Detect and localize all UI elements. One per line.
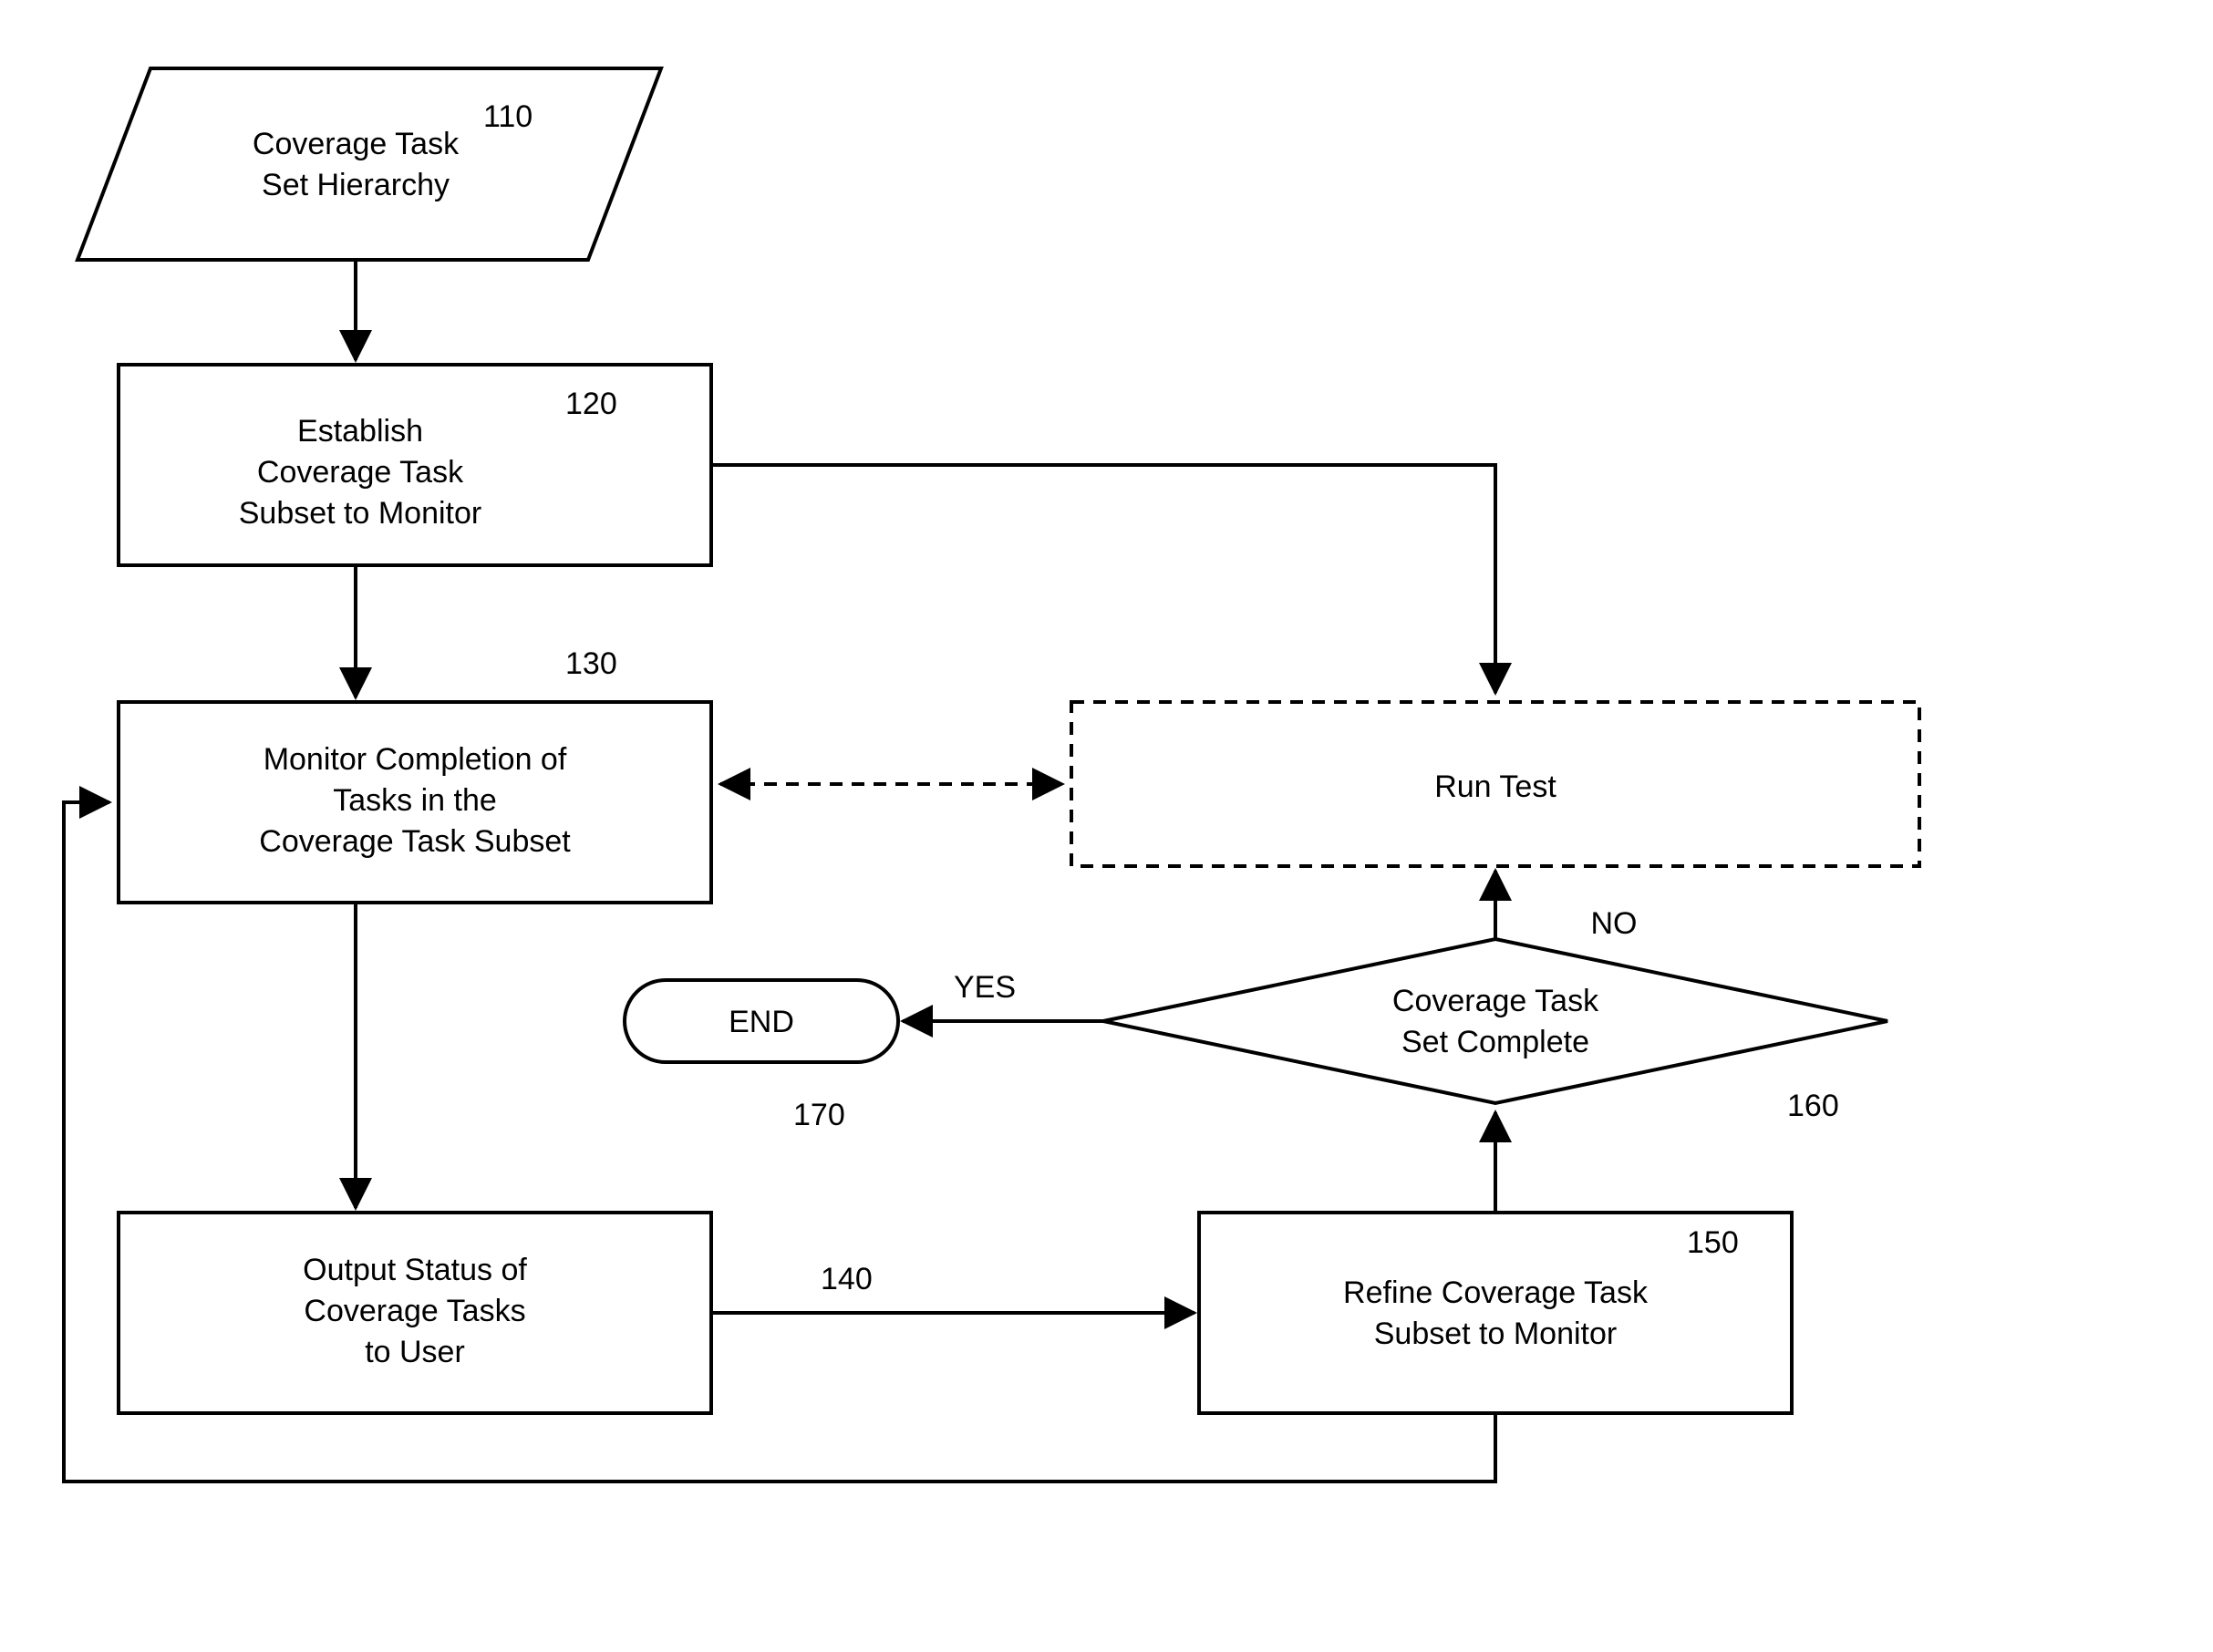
node-160-decision: Coverage Task Set Complete: [1103, 939, 1887, 1103]
node-120-process: Establish Coverage Task Subset to Monito…: [119, 365, 711, 565]
n140-line2: Coverage Tasks: [304, 1294, 525, 1328]
edge-120-runtest: [711, 465, 1495, 693]
n120-line2: Coverage Task: [257, 455, 464, 490]
n130-ref: 130: [565, 646, 617, 681]
n130-line3: Coverage Task Subset: [259, 824, 571, 859]
node-140-process: Output Status of Coverage Tasks to User: [119, 1213, 711, 1413]
n170-line1: END: [729, 1005, 794, 1039]
n150-line1: Refine Coverage Task: [1343, 1275, 1649, 1310]
node-170-terminator: END: [625, 980, 898, 1062]
n170-ref: 170: [793, 1098, 845, 1132]
edge-label-yes: YES: [954, 970, 1016, 1005]
n140-line1: Output Status of: [303, 1253, 527, 1287]
n130-line2: Tasks in the: [333, 783, 497, 818]
edge-label-no: NO: [1591, 906, 1638, 941]
n150-ref: 150: [1687, 1225, 1739, 1260]
n160-ref: 160: [1787, 1089, 1839, 1123]
n120-ref: 120: [565, 387, 617, 421]
n120-line3: Subset to Monitor: [239, 496, 481, 531]
node-110-input: Coverage Task Set Hierarchy 110: [78, 68, 661, 260]
n150-line2: Subset to Monitor: [1374, 1316, 1617, 1351]
n130-line1: Monitor Completion of: [264, 742, 567, 777]
n110-line2: Set Hierarchy: [262, 168, 450, 202]
n160-line2: Set Complete: [1401, 1025, 1589, 1059]
n140-ref: 140: [821, 1262, 873, 1296]
node-130-process: Monitor Completion of Tasks in the Cover…: [119, 702, 711, 903]
n160-line1: Coverage Task: [1392, 984, 1599, 1018]
n110-ref: 110: [483, 99, 533, 134]
n140-line3: to User: [365, 1335, 465, 1369]
n110-line1: Coverage Task: [253, 127, 460, 161]
runtest-line1: Run Test: [1434, 769, 1556, 804]
node-runtest-process: Run Test: [1071, 702, 1919, 866]
n120-line1: Establish: [297, 414, 423, 449]
node-150-process: Refine Coverage Task Subset to Monitor 1…: [1199, 1213, 1792, 1413]
